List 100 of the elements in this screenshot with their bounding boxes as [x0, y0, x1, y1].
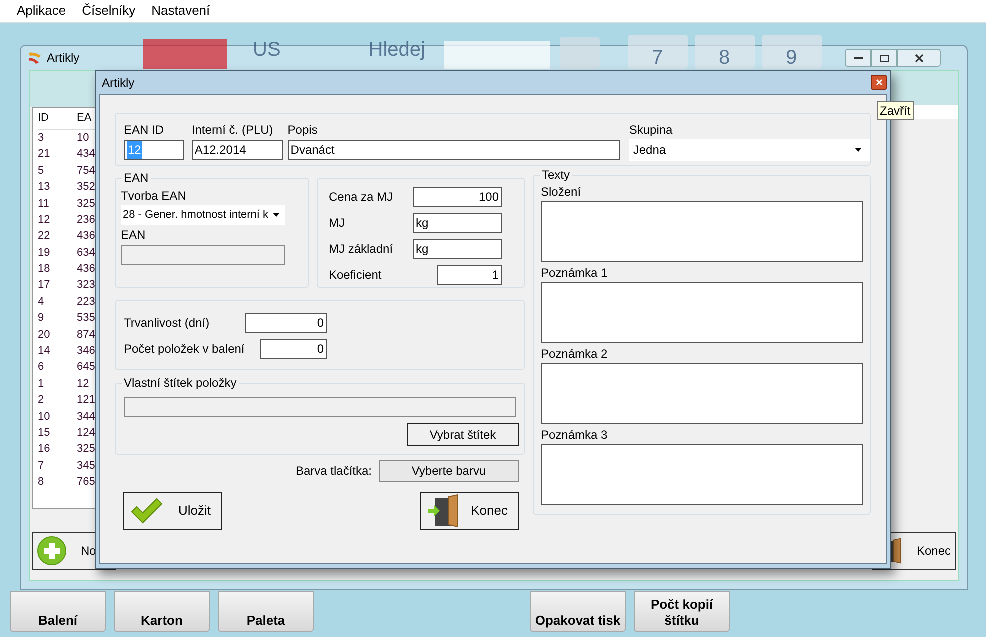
- table-cell-text: 10: [77, 130, 90, 146]
- close-icon: [914, 54, 924, 62]
- number-field[interactable]: 0: [245, 313, 327, 333]
- menu-item[interactable]: Aplikace: [10, 1, 74, 21]
- field-label: Poznámka 3: [541, 428, 609, 443]
- key-button[interactable]: 9: [762, 35, 822, 69]
- text-area[interactable]: [541, 201, 863, 262]
- field-label: MJ: [329, 215, 346, 232]
- table-cell-text: 436: [77, 229, 96, 244]
- text-area[interactable]: [541, 282, 863, 343]
- text-field[interactable]: A12.2014: [192, 140, 283, 160]
- text-field[interactable]: Dvanáct: [288, 140, 620, 160]
- table-cell-text: 345: [77, 458, 96, 474]
- table-cell-text: 3: [38, 130, 46, 146]
- table-cell-text: 352: [77, 180, 96, 196]
- field-label: Cena za MJ: [329, 189, 394, 206]
- table-cell-text: 22: [38, 229, 52, 244]
- table-cell-text: 17: [38, 278, 52, 294]
- dialog-title: Artikly: [102, 74, 135, 92]
- close-icon: [876, 79, 882, 86]
- table-cell-text: 124: [77, 426, 96, 441]
- column-header[interactable]: ID: [38, 110, 77, 127]
- ean-type-select[interactable]: 28 - Gener. hmotnost interní k: [121, 205, 285, 225]
- key-button[interactable]: 8: [694, 35, 754, 69]
- field-label: Barva tlačítka:: [296, 463, 372, 480]
- field-label: Tvorba EAN: [121, 189, 188, 204]
- table-cell-text: 2: [38, 393, 46, 408]
- table-cell-text: 7: [38, 458, 46, 474]
- table-cell-text: 634: [77, 246, 96, 261]
- group-title: Vlastní štítek položky: [122, 376, 239, 390]
- door-icon: [427, 494, 461, 528]
- field-label: EAN: [121, 228, 147, 243]
- table-cell-text: 20: [38, 328, 52, 343]
- minimize-button[interactable]: [845, 49, 871, 67]
- save-button[interactable]: Uložit: [123, 492, 222, 530]
- table-cell-text: 436: [77, 262, 96, 278]
- table-cell-text: 236: [77, 212, 96, 228]
- table-cell-text: 325: [77, 196, 96, 212]
- field-label: Skupina: [629, 123, 674, 138]
- key-button[interactable]: 7: [628, 35, 688, 69]
- label-field[interactable]: [124, 397, 516, 417]
- table-cell-text: 21: [38, 147, 52, 162]
- text-field[interactable]: 100: [413, 187, 502, 207]
- plus-icon: [37, 536, 67, 566]
- table-cell-text: 14: [38, 344, 52, 360]
- table-cell-text: 10: [38, 410, 52, 425]
- field-label: Interní č. (PLU): [192, 123, 274, 138]
- table-cell-text: 9: [38, 311, 46, 326]
- field-label: Poznámka 1: [541, 266, 609, 281]
- select-label-button[interactable]: Vybrat štítek: [407, 423, 519, 446]
- field-label: Počet položek v balení: [124, 341, 245, 358]
- bottom-button[interactable]: Karton: [114, 591, 210, 632]
- table-cell-text: 8: [38, 475, 46, 490]
- field-label: Složení: [541, 185, 582, 200]
- bottom-button[interactable]: Opakovat tisk: [530, 591, 626, 632]
- text-field[interactable]: kg: [413, 213, 502, 233]
- table-cell-text: 16: [38, 442, 52, 458]
- close-button[interactable]: [871, 75, 887, 90]
- text-area[interactable]: [541, 363, 863, 424]
- text-area[interactable]: [541, 444, 863, 505]
- field-label: Poznámka 2: [541, 347, 609, 362]
- table-cell-text: 11: [38, 196, 50, 212]
- text-field[interactable]: kg: [413, 239, 502, 259]
- bottom-button[interactable]: Paleta: [218, 591, 314, 632]
- close-button[interactable]: [897, 49, 941, 67]
- dropdown-arrow-icon: [273, 213, 280, 217]
- table-cell-text: 754: [77, 164, 96, 179]
- color-picker-button[interactable]: Vyberte barvu: [379, 460, 519, 482]
- table-cell-text: 6: [38, 360, 46, 376]
- table-cell-text: 325: [77, 442, 96, 458]
- table-cell-text: 13: [38, 180, 52, 196]
- table-cell-text: 12: [38, 212, 52, 228]
- table-cell-text: 323: [77, 278, 96, 294]
- dropdown-arrow-icon: [855, 148, 862, 152]
- maximize-button[interactable]: [871, 49, 897, 67]
- text-field[interactable]: 1: [437, 265, 502, 285]
- menu-item[interactable]: Nastavení: [144, 1, 218, 21]
- table-cell-text: 223: [77, 294, 96, 310]
- window-title: Artikly: [47, 50, 80, 67]
- bottom-button[interactable]: Počt kopií štítku: [634, 591, 730, 632]
- table-cell-text: 121: [77, 393, 96, 408]
- table-cell-text: 19: [38, 246, 52, 261]
- table-cell-text: 4: [38, 294, 46, 310]
- number-field[interactable]: 0: [260, 339, 327, 359]
- table-cell-text: 5: [38, 164, 46, 179]
- field-label: Popis: [288, 123, 319, 138]
- field-label: US: [253, 38, 281, 63]
- menu-item[interactable]: Číselníky: [75, 1, 143, 21]
- checkmark-icon: [130, 498, 164, 524]
- field-label: Trvanlivost (dní): [124, 315, 211, 332]
- ean-field[interactable]: [121, 245, 285, 265]
- table-cell-text: 1: [38, 376, 46, 392]
- search-label: Hledej: [368, 38, 426, 63]
- table-cell-text: 535: [77, 311, 96, 326]
- table-cell-text: 765: [77, 475, 96, 490]
- app-icon: [27, 50, 43, 66]
- bottom-button[interactable]: Balení: [10, 591, 106, 632]
- search-field[interactable]: [444, 41, 550, 69]
- group-select[interactable]: Jedna: [629, 139, 870, 161]
- exit-button[interactable]: Konec: [420, 492, 519, 530]
